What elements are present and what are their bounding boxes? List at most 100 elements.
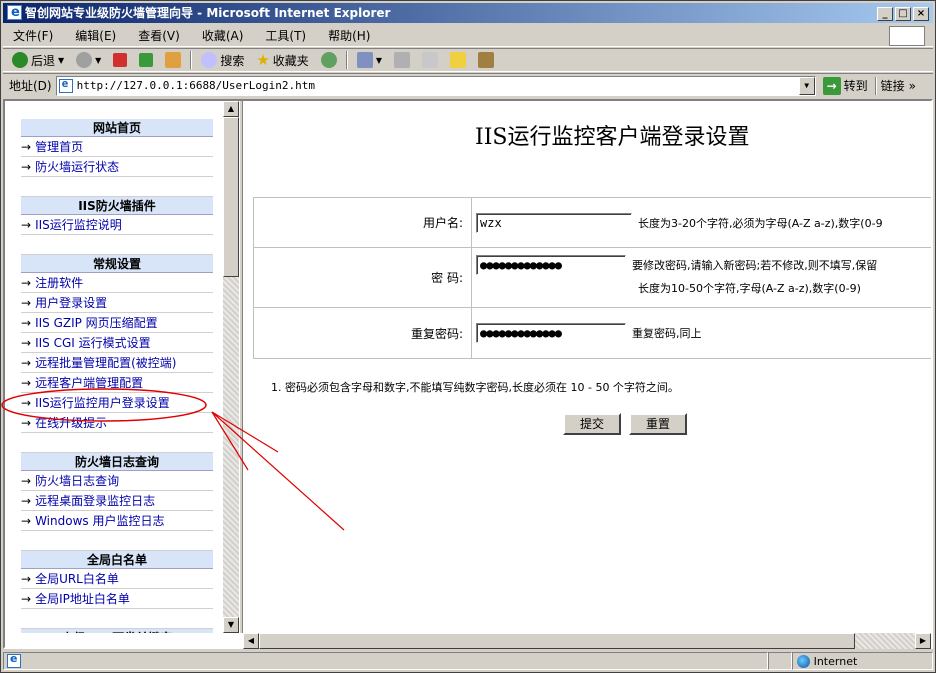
nav-link-label: Windows 用户监控日志 [35,514,165,528]
refresh-button[interactable] [136,50,156,70]
left-frame-scrollbar[interactable]: ▲ ▼ [223,101,239,633]
links-button[interactable]: 链接 [881,77,905,94]
windows-logo-icon [889,26,925,46]
nav-link-label: 全局URL白名单 [35,572,119,586]
menu-edit[interactable]: 编辑(E) [75,27,116,44]
nav-link[interactable]: → 在线升级提示 [21,413,213,433]
forward-dropdown-icon[interactable]: ▼ [95,56,101,65]
nav-link[interactable]: → 管理首页 [21,137,213,157]
arrow-right-icon: → [21,296,32,310]
menu-tools[interactable]: 工具(T) [265,27,306,44]
status-bar: Internet [3,651,933,671]
arrow-right-icon: → [21,572,32,586]
scroll-up-button[interactable]: ▲ [223,101,239,117]
address-label: 地址(D) [9,79,52,93]
nav-link[interactable]: → 注册软件 [21,273,213,293]
confirm-password-input[interactable]: ●●●●●●●●●●●●● [476,323,626,343]
nav-link-label: IIS运行监控用户登录设置 [35,396,170,410]
nav-link[interactable]: → IIS GZIP 网页压缩配置 [21,313,213,333]
scroll-left-button[interactable]: ◀ [243,633,259,649]
nav-link[interactable]: → 用户登录设置 [21,293,213,313]
window-title: 智创网站专业级防火墙管理向导 - Microsoft Internet Expl… [25,6,391,20]
nav-section-header: 上级LDC下发关键字 [21,629,213,633]
back-arrow-icon [12,52,28,68]
arrow-right-icon: → [21,474,32,488]
left-frame: 网站首页 → 管理首页 → 防火墙运行状态 IIS防火墙插件 → IIS运行监控说明 常规设置 →… [5,101,223,633]
stop-button[interactable] [110,50,130,70]
submit-button[interactable]: 提交 [563,413,621,435]
address-dropdown-icon[interactable]: ▼ [798,76,815,95]
nav-link[interactable]: → 全局URL白名单 [21,569,213,589]
username-input[interactable]: wzx [476,212,632,233]
nav-link[interactable]: → 远程桌面登录监控日志 [21,491,213,511]
ie-icon [7,3,22,23]
nav-link-label: 全局IP地址白名单 [35,592,130,606]
mail-button[interactable]: ▼ [354,50,385,70]
media-icon [320,52,337,68]
chevron-right-icon[interactable]: » [909,79,916,93]
page-icon [58,77,73,93]
home-icon [165,52,182,68]
forward-arrow-icon [76,52,93,68]
address-input[interactable]: http://127.0.0.1:6688/UserLogin2.htm ▼ [55,75,816,96]
messenger-button[interactable] [475,50,497,70]
address-bar: 地址(D) http://127.0.0.1:6688/UserLogin2.h… [3,73,933,97]
edit-button[interactable] [419,50,441,70]
print-button[interactable] [391,50,413,70]
nav-spacer [21,433,213,453]
confirm-label: 重复密码: [254,308,472,358]
nav-menu: 网站首页 → 管理首页 → 防火墙运行状态 IIS防火墙插件 → IIS运行监控说明 常规设置 →… [21,119,213,633]
scroll-down-button[interactable]: ▼ [223,617,239,633]
username-row: 用户名: wzx 长度为3-20个字符,必须为字母(A-Z a-z),数字(0-… [254,198,931,248]
hscroll-thumb[interactable] [259,633,855,649]
back-dropdown-icon[interactable]: ▼ [58,56,64,65]
main-frame-hscrollbar[interactable]: ◀ ▶ [243,633,931,649]
discuss-button[interactable] [447,50,469,70]
back-label: 后退 [31,53,56,68]
nav-link[interactable]: → 防火墙运行状态 [21,157,213,177]
go-button[interactable]: → 转到 [820,76,871,96]
nav-link[interactable]: → 防火墙日志查询 [21,471,213,491]
menu-favorites[interactable]: 收藏(A) [202,27,244,44]
nav-link-label: IIS CGI 运行模式设置 [35,336,151,350]
password-length-hint: 长度为10-50个字符,字母(A-Z a-z),数字(0-9) [638,282,861,295]
go-arrow-icon: → [822,76,841,95]
home-button[interactable] [162,50,184,70]
toolbar-separator [874,76,877,95]
nav-link-label: 用户登录设置 [35,296,108,310]
password-input[interactable]: ●●●●●●●●●●●●● [476,255,626,275]
maximize-button[interactable]: □ [895,7,911,21]
arrow-right-icon: → [21,494,32,508]
scroll-thumb[interactable] [223,117,239,277]
scroll-right-button[interactable]: ▶ [915,633,931,649]
minimize-button[interactable]: _ [877,7,893,21]
favorites-button[interactable]: ★ 收藏夹 [253,50,311,70]
back-button[interactable]: 后退 ▼ [9,50,67,70]
login-settings-form: 用户名: wzx 长度为3-20个字符,必须为字母(A-Z a-z),数字(0-… [253,197,931,359]
nav-link-label: 管理首页 [35,140,84,154]
nav-link[interactable]: → IIS运行监控用户登录设置 [21,393,213,413]
search-button[interactable]: 搜索 [198,50,247,70]
arrow-right-icon: → [21,140,32,154]
toolbar-separator [190,51,193,69]
nav-link[interactable]: → 全局IP地址白名单 [21,589,213,609]
confirm-hint: 重复密码,同上 [632,327,702,340]
toolbar-separator [345,51,348,69]
media-button[interactable] [318,50,340,70]
nav-link-label: 在线升级提示 [35,416,108,430]
nav-link[interactable]: → IIS CGI 运行模式设置 [21,333,213,353]
reset-button[interactable]: 重置 [629,413,687,435]
nav-link[interactable]: → 远程客户端管理配置 [21,373,213,393]
menu-view[interactable]: 查看(V) [138,27,180,44]
forward-button[interactable]: ▼ [73,50,104,70]
nav-link[interactable]: → Windows 用户监控日志 [21,511,213,531]
username-hint: 长度为3-20个字符,必须为字母(A-Z a-z),数字(0-9 [638,216,883,230]
menu-help[interactable]: 帮助(H) [328,27,370,44]
confirm-row: 重复密码: ●●●●●●●●●●●●● 重复密码,同上 [254,308,931,358]
menu-file[interactable]: 文件(F) [13,27,53,44]
page-title: IIS运行监控客户端登录设置 [475,125,750,150]
nav-link[interactable]: → 远程批量管理配置(被控端) [21,353,213,373]
zone-label: Internet [813,654,858,668]
nav-link[interactable]: → IIS运行监控说明 [21,215,213,235]
close-button[interactable]: × [913,7,929,21]
